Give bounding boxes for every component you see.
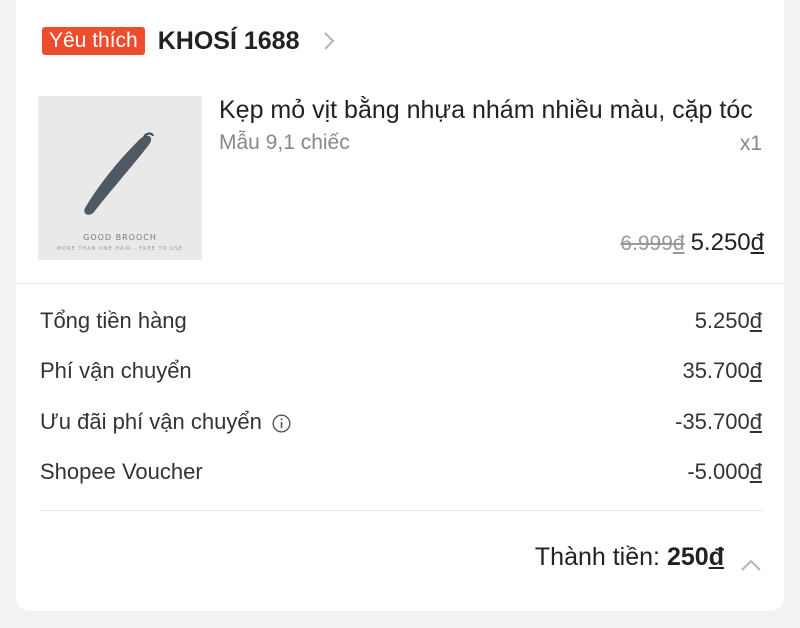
total-amount: 250đ xyxy=(667,542,724,571)
summary-value: 5.250đ xyxy=(694,308,762,333)
order-card: Yêu thích KHOSÍ 1688 GOOD BROOCH MORE TH… xyxy=(16,0,784,611)
chevron-right-icon[interactable] xyxy=(321,30,337,52)
total-label: Thành tiền: xyxy=(534,542,660,571)
shop-name[interactable]: KHOSÍ 1688 xyxy=(158,27,300,56)
summary-row-voucher: Shopee Voucher -5.000đ xyxy=(40,457,762,487)
product-variant: Mẫu 9,1 chiếc xyxy=(219,131,350,154)
summary-label: Tổng tiền hàng xyxy=(40,308,187,333)
summary-label-wrap: Ưu đãi phí vận chuyển xyxy=(40,409,291,435)
product-quantity: x1 xyxy=(739,132,762,155)
summary-value: -5.000đ xyxy=(687,459,762,484)
favorite-badge: Yêu thích xyxy=(42,27,145,55)
summary-row-shipping-discount: Ưu đãi phí vận chuyển -35.700đ xyxy=(40,407,762,437)
price-row: 6.999đ 5.250đ xyxy=(620,229,764,257)
summary-label: Ưu đãi phí vận chuyển xyxy=(40,409,262,434)
order-total[interactable]: Thành tiền: 250đ xyxy=(535,540,762,574)
summary-row-shipping-fee: Phí vận chuyển 35.700đ xyxy=(40,356,762,386)
image-caption: GOOD BROOCH xyxy=(83,233,157,242)
summary-label: Shopee Voucher xyxy=(40,459,203,484)
summary-row-subtotal: Tổng tiền hàng 5.250đ xyxy=(40,306,762,336)
original-price: 6.999đ xyxy=(620,232,685,255)
product-image[interactable]: GOOD BROOCH MORE THAN ONE HAIR · FREE TO… xyxy=(38,96,202,260)
summary-value: -35.700đ xyxy=(675,409,762,434)
product-title[interactable]: Kẹp mỏ vịt bằng nhựa nhám nhiều màu, cặp… xyxy=(219,96,764,125)
shop-header[interactable]: Yêu thích KHOSÍ 1688 xyxy=(42,26,337,56)
chevron-up-icon[interactable] xyxy=(740,550,762,571)
image-caption-small: MORE THAN ONE HAIR · FREE TO USE xyxy=(56,246,184,252)
total-divider xyxy=(40,510,762,511)
sale-price: 5.250đ xyxy=(690,229,764,256)
info-icon[interactable] xyxy=(272,413,291,433)
summary-value: 35.700đ xyxy=(682,358,762,383)
section-divider xyxy=(16,283,784,284)
summary-label: Phí vận chuyển xyxy=(40,358,192,383)
